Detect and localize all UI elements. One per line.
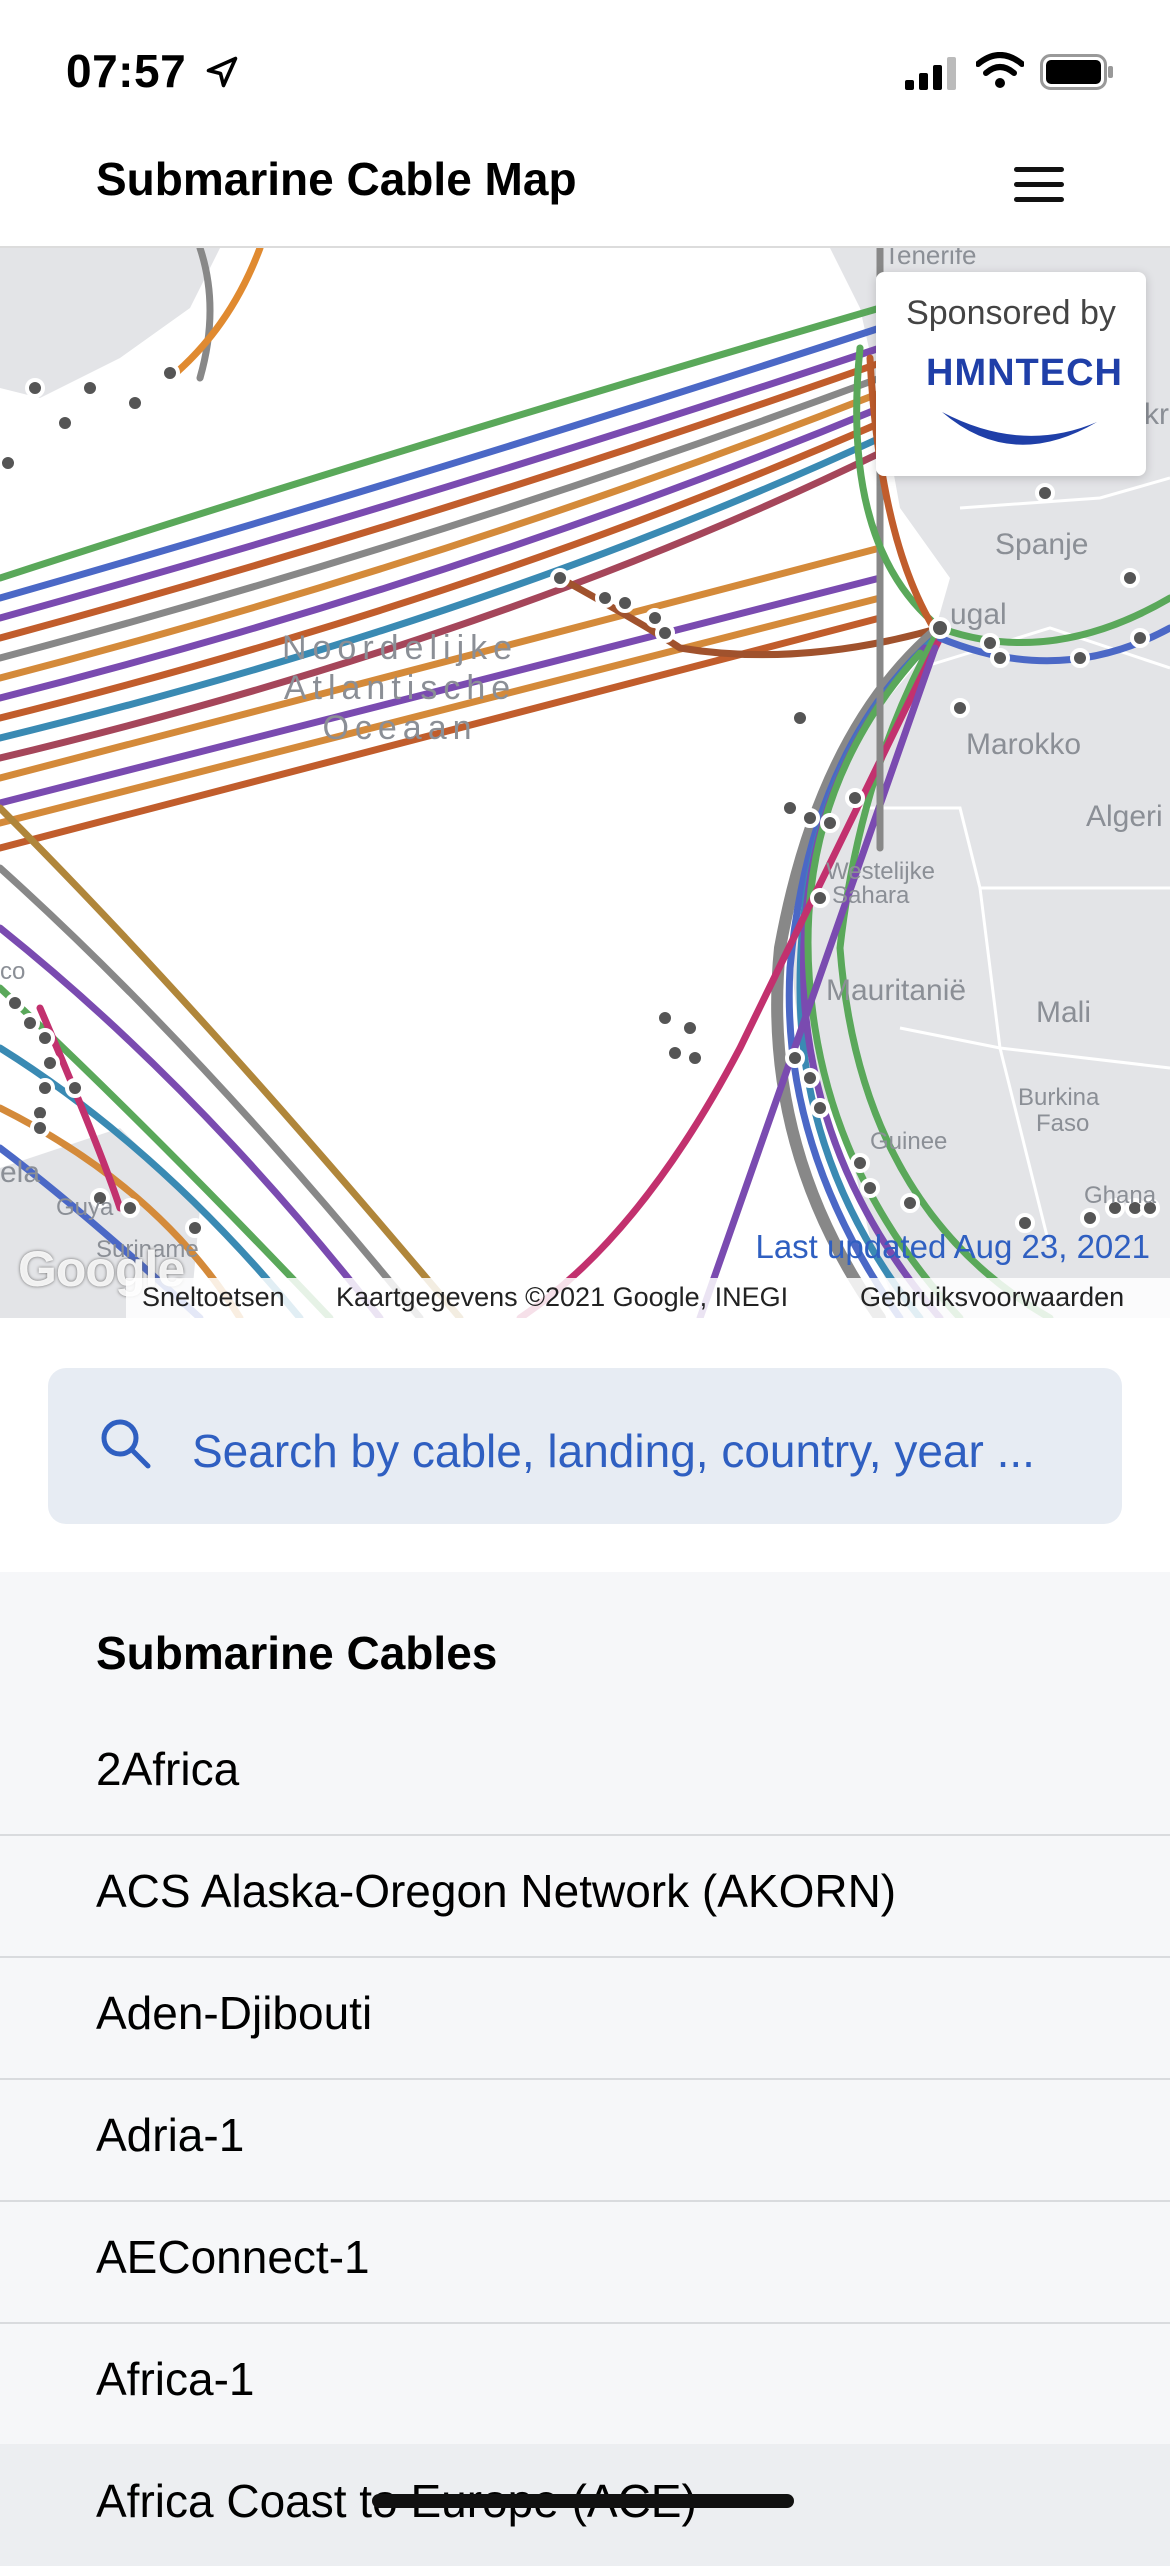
location-arrow-icon	[206, 56, 238, 88]
status-time: 07:57	[66, 45, 187, 97]
list-item[interactable]: Adria-1	[0, 2078, 1170, 2202]
list-item[interactable]: ACS Alaska-Oregon Network (AKORN)	[0, 1834, 1170, 1958]
list-item-label: Adria-1	[96, 2109, 245, 2161]
list-item[interactable]: Africa-1	[0, 2322, 1170, 2446]
country-label: Algeri	[1086, 800, 1163, 833]
status-bar: 07:57	[0, 0, 1170, 140]
sponsor-label: Sponsored by	[906, 294, 1116, 332]
hamburger-icon	[1014, 167, 1064, 172]
country-label: Mali	[1036, 996, 1092, 1029]
list-item[interactable]: 2Africa	[0, 1712, 1170, 1836]
battery-icon	[1040, 54, 1113, 90]
country-label: Guinee	[870, 1128, 948, 1155]
cellular-signal-icon	[905, 57, 956, 90]
country-label: Burkina	[1018, 1084, 1100, 1111]
list-item[interactable]: Aden-Djibouti	[0, 1956, 1170, 2080]
country-label: kr	[1144, 398, 1169, 431]
search-placeholder: Search by cable, landing, country, year …	[192, 1425, 1035, 1477]
cable-list: Submarine Cables 2Africa ACS Alaska-Oreg…	[0, 1572, 1170, 2566]
country-label: Spanje	[995, 528, 1089, 561]
country-label: Mauritanië	[826, 974, 967, 1007]
list-item-label: 2Africa	[96, 1743, 240, 1795]
country-label: Faso	[1036, 1110, 1090, 1137]
menu-button[interactable]	[1010, 160, 1068, 210]
country-label: co	[0, 958, 26, 985]
country-label: Marokko	[966, 728, 1082, 761]
page-title: Submarine Cable Map	[96, 153, 577, 205]
list-heading: Submarine Cables	[96, 1627, 498, 1679]
home-indicator[interactable]	[372, 2494, 794, 2508]
map-data-attribution: Kaartgegevens ©2021 Google, INEGI	[336, 1282, 789, 1312]
ocean-label: Noordelijke Atlantische Oceaan	[281, 629, 519, 747]
list-item-label: Africa-1	[96, 2353, 255, 2405]
map-attribution: Sneltoetsen Kaartgegevens ©2021 Google, …	[126, 1278, 1170, 1318]
country-label: Tenerife	[884, 248, 977, 270]
list-item-label: ACS Alaska-Oregon Network (AKORN)	[96, 1865, 897, 1917]
wifi-icon	[976, 52, 1024, 88]
search-area: Search by cable, landing, country, year …	[0, 1320, 1170, 1572]
list-item-label: AEConnect-1	[96, 2231, 370, 2283]
last-updated: Last updated Aug 23, 2021	[755, 1228, 1150, 1265]
sponsor-box[interactable]: Sponsored by HMNTECH	[876, 272, 1146, 476]
cable-map[interactable]: Noordelijke Atlantische Oceaan Spanje Ma…	[0, 248, 1170, 1318]
app-header: Submarine Cable Map	[0, 140, 1170, 248]
country-label: Ghana	[1084, 1182, 1157, 1209]
list-item-label: Aden-Djibouti	[96, 1987, 373, 2039]
search-icon	[101, 1419, 151, 1469]
terms-link[interactable]: Gebruiksvoorwaarden	[860, 1282, 1124, 1313]
keyboard-shortcuts-link[interactable]: Sneltoetsen	[142, 1282, 285, 1313]
search-input[interactable]: Search by cable, landing, country, year …	[48, 1368, 1122, 1524]
country-label: Sahara	[832, 882, 910, 909]
country-label: ela	[0, 1156, 41, 1189]
sponsor-logo: HMNTECH	[926, 352, 1123, 394]
list-item[interactable]: AEConnect-1	[0, 2200, 1170, 2324]
country-label: Guya	[56, 1194, 114, 1221]
country-label: ugal	[950, 598, 1007, 631]
